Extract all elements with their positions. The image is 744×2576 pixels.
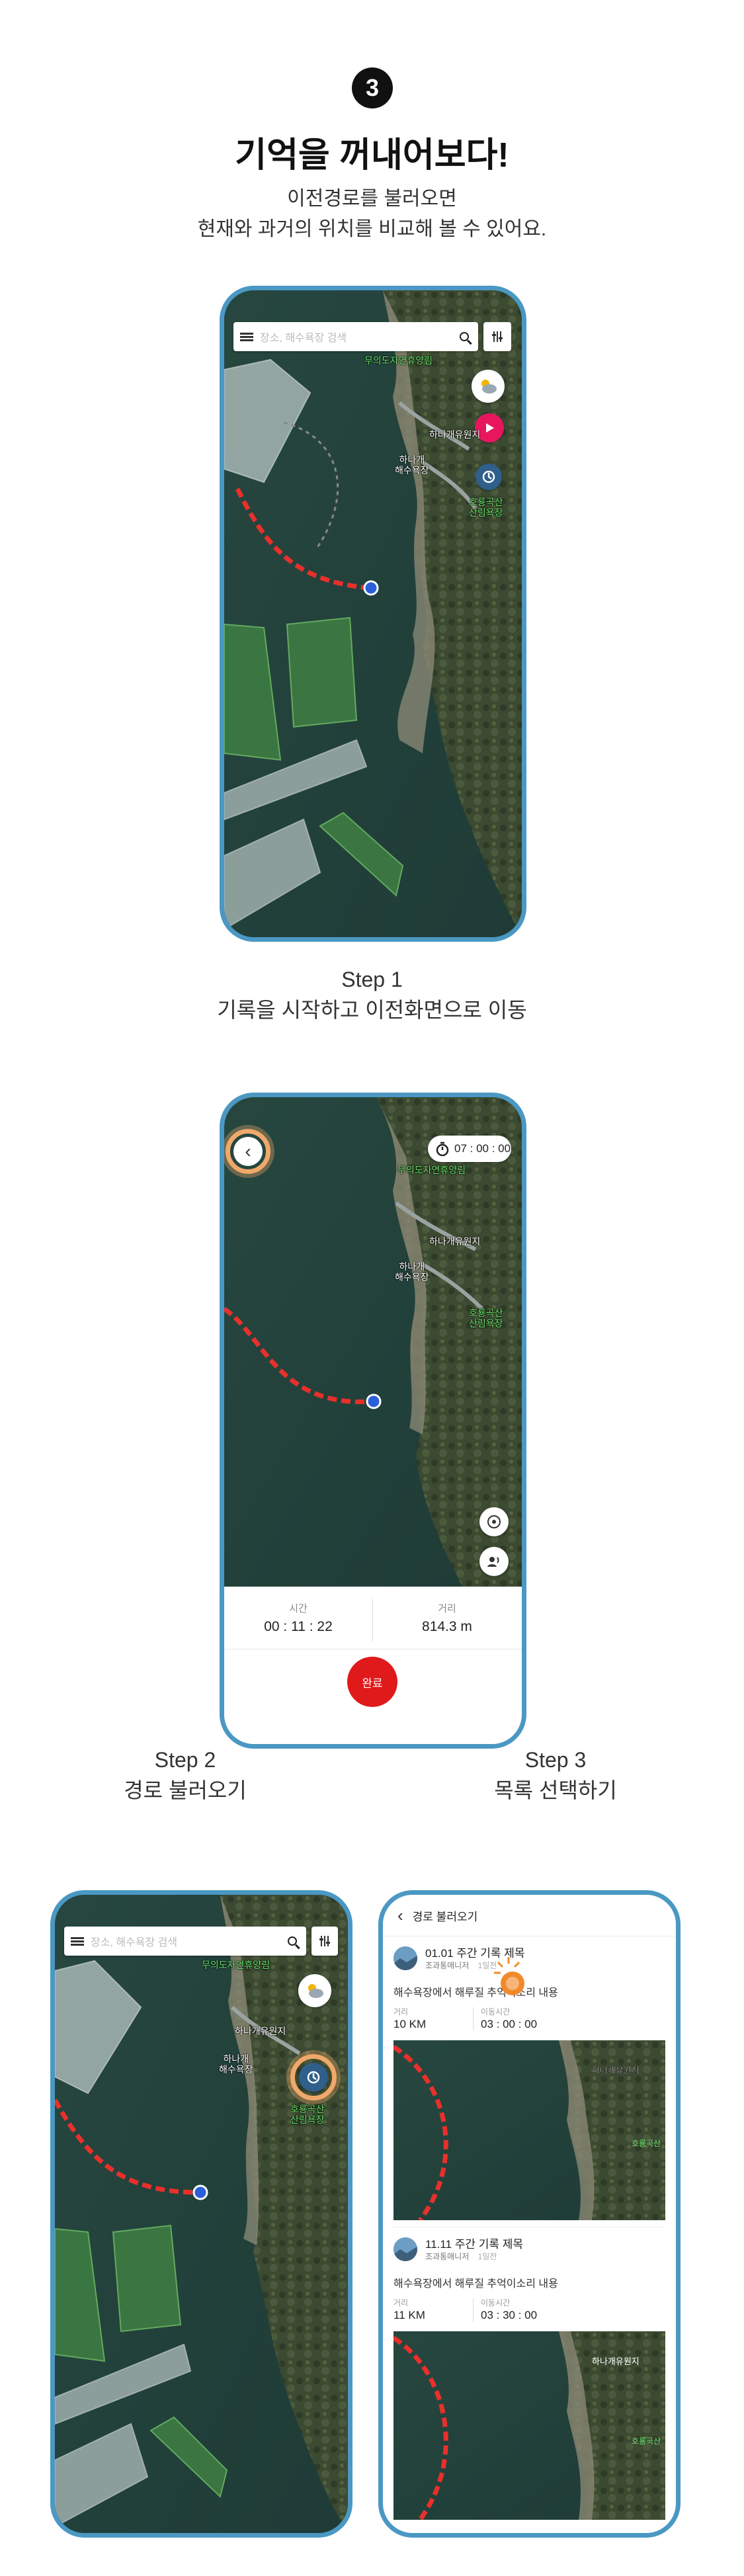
map-label-hanagae: 하나개유원지 [429,429,481,440]
map-label-forest: 호룡곡산 산림욕장 [469,1308,503,1329]
map-view[interactable] [224,1097,522,1587]
route-desc: 해수욕장에서 해루질 추억이소리 내용 [393,2278,558,2290]
time-value: 03 : 30 : 00 [481,2309,538,2321]
map-label-forest: 호룡곡산 산림욕장 [290,2104,325,2125]
search-bar[interactable]: 장소, 해수욕장 검색 [233,322,478,351]
time-label: 시간 [289,1603,308,1614]
subtitle-line-1: 이전경로를 불러오면 [287,188,457,210]
search-icon[interactable] [460,332,469,341]
voice-icon [487,1557,499,1567]
load-route-button[interactable] [475,464,502,490]
step-1-desc: 기록을 시작하고 이전화면으로 이동 [217,998,527,1022]
play-icon [486,423,494,433]
weather-button[interactable] [472,370,505,403]
tap-hand-icon [494,1957,524,1995]
stat-panel: 시간 00 : 11 : 22 거리 814.3 m 완료 [224,1587,522,1744]
route-load-icon [482,470,495,483]
phone-recording: ‹ 07 : 00 : 00 무의도자연휴양림 하나개유원지 하나개 해수욕장 … [220,1093,526,1749]
location-icon [487,1515,501,1528]
search-input[interactable]: 장소, 해수욕장 검색 [91,1933,288,1949]
map-label-park: 무의도자연휴양림 [364,355,433,366]
step-1-label: Step 1 [341,968,403,991]
map-label-beach: 하나개 해수욕장 [219,2054,253,2075]
step-3-caption: Step 3 목록 선택하기 [476,1745,635,1806]
location-button[interactable] [479,1507,509,1536]
map-label-hanagae: 하나개유원지 [235,2026,286,2036]
stopwatch-icon [436,1142,449,1156]
route-list-item[interactable]: 11.11 주간 기록 제목 조과통매니저 1일전 해수욕장에서 해루질 추억이… [393,2233,665,2524]
step-3-desc: 목록 선택하기 [494,1778,617,1802]
tap-indicator [489,1952,535,1998]
timer-pill[interactable]: 07 : 00 : 00 [428,1136,511,1162]
time-label: 이동시간 [481,2007,511,2016]
map-label-hanagae: 하나개유원지 [429,1236,481,1247]
filter-button[interactable] [311,1927,338,1956]
list-header-title: 경로 불러오기 [412,1910,478,1923]
distance-label: 거리 [393,2298,409,2307]
svg-text:호룡곡산: 호룡곡산 [632,2436,661,2446]
phone-load-route: 장소, 해수욕장 검색 무의도자연휴양림 하나개유원지 하나개 해수욕장 호룡곡… [50,1890,352,2538]
stat-divider [473,2007,474,2031]
avatar [393,2237,417,2261]
route-title: 11.11 주간 기록 제목 [425,2238,524,2251]
route-thumbnail: 하나개유원지 호룡곡산 [393,2040,665,2220]
stat-divider [473,2298,474,2322]
menu-icon[interactable] [240,332,253,341]
step-1-caption: Step 1 기록을 시작하고 이전화면으로 이동 [0,964,744,1025]
weather-button[interactable] [298,1974,331,2007]
phone-main-map: 장소, 해수욕장 검색 무의도자연휴양림 하나개유원지 하나개 해수욕장 호룡곡… [220,286,526,942]
search-input[interactable]: 장소, 해수욕장 검색 [260,329,460,345]
distance-value: 814.3 m [422,1619,472,1634]
voice-button[interactable] [479,1547,509,1576]
map-label-forest: 호룡곡산 산림욕장 [469,497,503,518]
step-2-caption: Step 2 경로 불러오기 [106,1745,265,1806]
end-button[interactable]: 완료 [347,1657,397,1707]
time-value: 03 : 00 : 00 [481,2018,538,2030]
distance-value: 10 KM [393,2018,427,2030]
svg-text:하나개유원지: 하나개유원지 [592,2356,640,2366]
list-header: ‹ 경로 불러오기 [383,1895,676,1936]
map-label-park: 무의도자연휴양림 [202,1960,270,1970]
svg-text:하나개유원지: 하나개유원지 [592,2065,640,2075]
weather-icon [308,1984,323,1998]
map-label-beach: 하나개 해수욕장 [395,454,429,476]
route-ago: 1일전 [477,2252,497,2261]
filter-icon [492,331,503,342]
map-label-park: 무의도자연휴양림 [397,1165,466,1175]
timer-value: 07 : 00 : 00 [454,1142,511,1155]
menu-icon[interactable] [71,1936,84,1946]
load-route-highlight [290,2054,337,2100]
weather-icon [481,380,497,394]
route-meta: 조과통매니저 1일전 [425,2251,497,2262]
subtitle-line-2: 현재와 과거의 위치를 비교해 볼 수 있어요. [197,218,547,240]
section-title: 기억을 꺼내어보다! [235,136,509,175]
section-subtitle: 이전경로를 불러오면 현재와 과거의 위치를 비교해 볼 수 있어요. [0,184,744,245]
distance-stat: 거리 814.3 m [373,1601,521,1635]
back-button-highlight [226,1129,270,1174]
time-value: 00 : 11 : 22 [264,1619,333,1634]
distance-label: 거리 [393,2007,409,2016]
avatar [393,1946,417,1970]
step-2-label: Step 2 [154,1748,216,1772]
map-label-beach: 하나개 해수욕장 [395,1261,429,1282]
time-stat: 시간 00 : 11 : 22 [224,1601,372,1635]
route-thumbnail: 하나개유원지 호룡곡산 [393,2331,665,2520]
search-bar[interactable]: 장소, 해수욕장 검색 [64,1927,306,1956]
filter-icon [319,1936,330,1946]
step-2-desc: 경로 불러오기 [124,1778,247,1802]
phone-route-list: ‹ 경로 불러오기 01.01 주간 기록 제목 조과통매니저 1일전 해수욕장… [378,1890,681,2538]
time-label: 이동시간 [481,2298,511,2307]
route-user: 조과통매니저 [425,2252,470,2261]
back-icon[interactable]: ‹ [397,1905,403,1926]
filter-button[interactable] [483,322,511,351]
svg-text:호룡곡산: 호룡곡산 [632,2139,661,2148]
distance-value: 11 KM [393,2309,425,2321]
step-3-label: Step 3 [524,1748,587,1772]
step-number-badge: 3 [352,67,393,108]
route-user: 조과통매니저 [425,1961,470,1970]
route-meta: 조과통매니저 1일전 [425,1960,497,1971]
search-icon[interactable] [288,1936,297,1946]
distance-label: 거리 [438,1603,456,1614]
